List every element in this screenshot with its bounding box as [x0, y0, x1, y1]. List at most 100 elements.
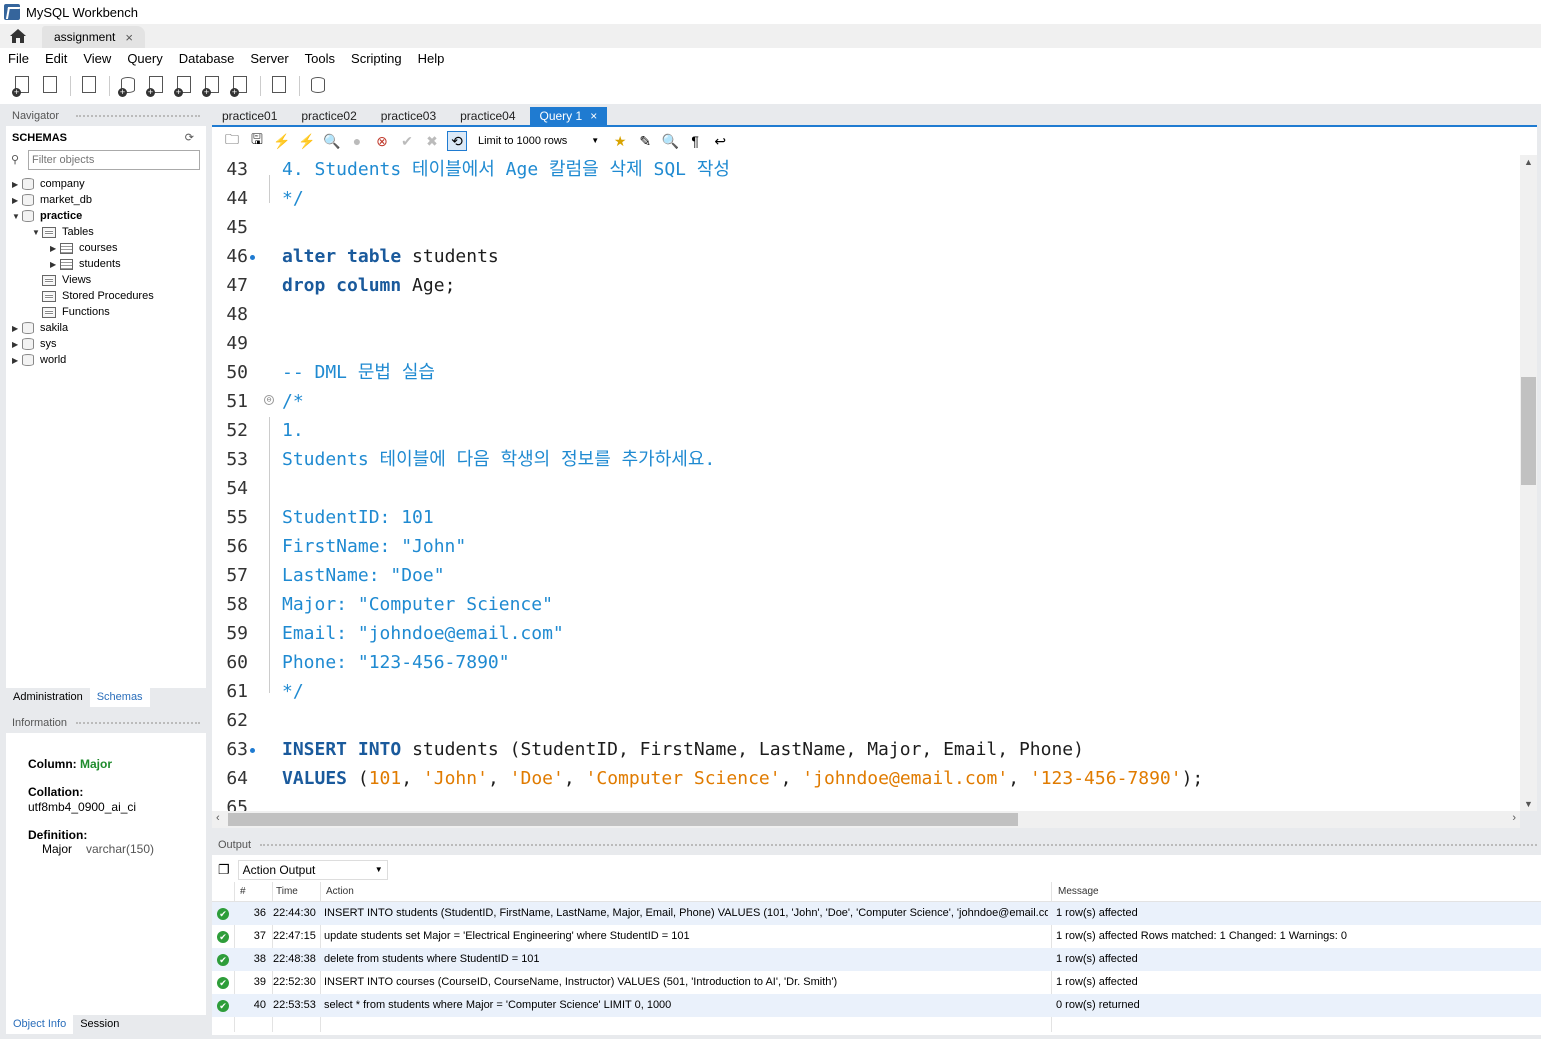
- inspector-icon[interactable]: [79, 75, 101, 97]
- tab-practice02[interactable]: practice02: [291, 107, 366, 126]
- code-line[interactable]: 49: [212, 329, 1512, 358]
- expand-arrow-icon[interactable]: ▶: [12, 324, 22, 333]
- wrap-lines-icon[interactable]: ↩: [710, 131, 730, 151]
- code-line[interactable]: 64 VALUES (101, 'John', 'Doe', 'Computer …: [212, 764, 1512, 793]
- create-schema-icon[interactable]: +: [118, 75, 140, 97]
- schema-item-world[interactable]: ▶ world: [12, 352, 66, 368]
- code-line[interactable]: 43 4. Students 테이블에서 Age 칼럼을 삭제 SQL 작성: [212, 155, 1512, 184]
- menu-tools[interactable]: Tools: [297, 51, 343, 66]
- add-snippet-icon[interactable]: ★: [610, 131, 630, 151]
- code-line[interactable]: 57 LastName: "Doe": [212, 561, 1512, 590]
- tables-node[interactable]: ▼ Tables: [32, 224, 94, 240]
- scroll-right-icon[interactable]: ›: [1512, 812, 1516, 824]
- schema-item-market-db[interactable]: ▶ market_db: [12, 192, 92, 208]
- expand-arrow-icon[interactable]: ▶: [12, 340, 22, 349]
- table-row[interactable]: ✔ 39 22:52:30 INSERT INTO courses (CourseID…: [212, 971, 1541, 994]
- scroll-up-icon[interactable]: ▲: [1524, 157, 1533, 167]
- open-folder-icon[interactable]: 🗀: [222, 131, 242, 151]
- menu-query[interactable]: Query: [119, 51, 170, 66]
- menu-database[interactable]: Database: [171, 51, 243, 66]
- execute-icon[interactable]: ⚡: [272, 131, 292, 151]
- schema-item-sys[interactable]: ▶ sys: [12, 336, 57, 352]
- create-table-icon[interactable]: +: [146, 75, 168, 97]
- connection-tab-assignment[interactable]: assignment ×: [42, 26, 145, 48]
- expand-arrow-icon[interactable]: ▶: [12, 356, 22, 365]
- beautify-icon[interactable]: ✎: [635, 131, 655, 151]
- scroll-thumb[interactable]: [1521, 377, 1536, 485]
- find-icon[interactable]: 🔍: [660, 131, 680, 151]
- scroll-left-icon[interactable]: ‹: [216, 812, 220, 824]
- tab-administration[interactable]: Administration: [6, 688, 90, 707]
- save-icon[interactable]: 🖫: [247, 131, 267, 151]
- rollback-icon[interactable]: ✖: [422, 131, 442, 151]
- menu-edit[interactable]: Edit: [37, 51, 75, 66]
- execute-current-icon[interactable]: ⚡: [297, 131, 317, 151]
- tab-practice01[interactable]: practice01: [212, 107, 287, 126]
- collapse-arrow-icon[interactable]: ▼: [32, 228, 42, 237]
- code-line[interactable]: 44 */: [212, 184, 1512, 213]
- schema-item-company[interactable]: ▶ company: [12, 176, 85, 192]
- create-view-icon[interactable]: +: [174, 75, 196, 97]
- copy-icon[interactable]: ❐: [218, 862, 230, 878]
- column-header-message[interactable]: Message: [1058, 882, 1099, 902]
- menu-view[interactable]: View: [75, 51, 119, 66]
- code-line[interactable]: 51 ⊖ /*: [212, 387, 1512, 416]
- close-icon[interactable]: ×: [125, 30, 133, 45]
- tab-session[interactable]: Session: [73, 1015, 126, 1034]
- invisible-chars-icon[interactable]: ¶: [685, 131, 705, 151]
- expand-arrow-icon[interactable]: ▶: [12, 196, 22, 205]
- tab-object-info[interactable]: Object Info: [6, 1015, 74, 1034]
- menu-file[interactable]: File: [0, 51, 37, 66]
- open-sql-script-icon[interactable]: [40, 75, 62, 97]
- home-icon[interactable]: [0, 24, 36, 48]
- stop-icon[interactable]: ●: [347, 131, 367, 151]
- explain-icon[interactable]: 🔍: [322, 131, 342, 151]
- schema-item-sakila[interactable]: ▶ sakila: [12, 320, 68, 336]
- column-header-action[interactable]: Action: [326, 882, 354, 902]
- tab-practice04[interactable]: practice04: [450, 107, 525, 126]
- sql-editor[interactable]: 43 4. Students 테이블에서 Age 칼럼을 삭제 SQL 작성 44 *…: [212, 155, 1520, 811]
- close-icon[interactable]: ×: [590, 107, 597, 126]
- limit-rows-select[interactable]: Limit to 1000 rows ▼: [472, 131, 605, 151]
- collapse-arrow-icon[interactable]: ▼: [12, 212, 22, 221]
- code-line[interactable]: 45: [212, 213, 1512, 242]
- code-line[interactable]: 55 StudentID: 101: [212, 503, 1512, 532]
- create-procedure-icon[interactable]: +: [202, 75, 224, 97]
- filter-objects-input[interactable]: [28, 150, 200, 170]
- code-line[interactable]: 48: [212, 300, 1512, 329]
- toggle-error-icon[interactable]: ⊗: [372, 131, 392, 151]
- horizontal-scrollbar[interactable]: ‹ ›: [212, 811, 1520, 828]
- scroll-down-icon[interactable]: ▼: [1524, 799, 1533, 809]
- table-item-courses[interactable]: ▶ courses: [50, 240, 118, 256]
- fold-toggle-icon[interactable]: ⊖: [264, 395, 274, 405]
- scroll-thumb[interactable]: [228, 813, 1018, 826]
- stored-procedures-node[interactable]: Stored Procedures: [42, 288, 154, 304]
- code-line[interactable]: 59 Email: "johndoe@email.com": [212, 619, 1512, 648]
- table-row[interactable]: ✔ 37 22:47:15 update students set Major = '…: [212, 925, 1541, 948]
- autocommit-icon[interactable]: ⟲: [447, 131, 467, 151]
- menu-help[interactable]: Help: [410, 51, 453, 66]
- table-row[interactable]: ✔ 38 22:48:38 delete from students where St…: [212, 948, 1541, 971]
- tab-query-1[interactable]: Query 1 ×: [529, 107, 608, 126]
- code-line[interactable]: 53 Students 테이블에 다음 학생의 정보를 추가하세요.: [212, 445, 1512, 474]
- vertical-scrollbar[interactable]: ▲ ▼: [1520, 155, 1537, 811]
- tab-schemas[interactable]: Schemas: [89, 688, 150, 707]
- output-type-select[interactable]: Action Output ▼: [237, 860, 388, 880]
- expand-arrow-icon[interactable]: ▶: [12, 180, 22, 189]
- reconnect-icon[interactable]: [308, 75, 330, 97]
- code-line[interactable]: 52 1.: [212, 416, 1512, 445]
- code-line[interactable]: 61 */: [212, 677, 1512, 706]
- expand-arrow-icon[interactable]: ▶: [50, 244, 60, 253]
- functions-node[interactable]: Functions: [42, 304, 110, 320]
- commit-icon[interactable]: ✔: [397, 131, 417, 151]
- new-sql-tab-icon[interactable]: +: [12, 75, 34, 97]
- column-header-num[interactable]: #: [240, 882, 246, 902]
- column-header-time[interactable]: Time: [276, 882, 298, 902]
- search-table-data-icon[interactable]: [269, 75, 291, 97]
- table-row[interactable]: ✔ 36 22:44:30 INSERT INTO students (Student…: [212, 902, 1541, 925]
- refresh-icon[interactable]: ⟳: [185, 131, 194, 144]
- menu-scripting[interactable]: Scripting: [343, 51, 410, 66]
- code-line[interactable]: 62: [212, 706, 1512, 735]
- schema-item-practice[interactable]: ▼ practice: [12, 208, 82, 224]
- tab-practice03[interactable]: practice03: [371, 107, 446, 126]
